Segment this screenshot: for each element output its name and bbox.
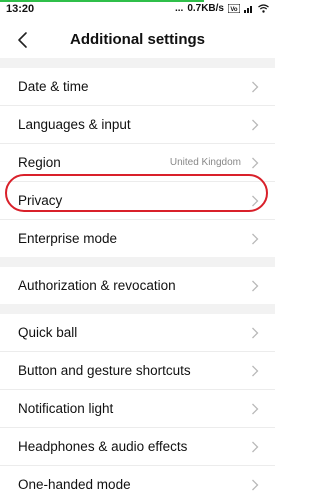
setting-row-enterprise-mode[interactable]: Enterprise mode <box>0 220 275 257</box>
setting-label: Button and gesture shortcuts <box>18 363 191 378</box>
setting-row-authorization-revocation[interactable]: Authorization & revocation <box>0 267 275 304</box>
status-bar: 13:20 ... 0.7KB/s Vo <box>0 0 275 18</box>
volte-icon: Vo <box>228 4 240 13</box>
chevron-right-icon <box>252 119 259 131</box>
setting-row-button-gesture-shortcuts[interactable]: Button and gesture shortcuts <box>0 352 275 390</box>
setting-label: Quick ball <box>18 325 78 340</box>
chevron-right-icon <box>252 233 259 245</box>
chevron-right-icon <box>252 157 259 169</box>
chevron-right-icon <box>252 365 259 377</box>
chevron-right-icon <box>252 81 259 93</box>
chevron-right-icon <box>252 441 259 453</box>
chevron-right-icon <box>252 195 259 207</box>
setting-row-quick-ball[interactable]: Quick ball <box>0 314 275 352</box>
setting-label: One-handed mode <box>18 477 131 492</box>
setting-row-headphones-audio[interactable]: Headphones & audio effects <box>0 428 275 466</box>
setting-label: Notification light <box>18 401 114 416</box>
group-divider <box>0 58 275 68</box>
svg-text:Vo: Vo <box>230 7 238 13</box>
page-title: Additional settings <box>70 31 205 48</box>
network-speed: 0.7KB/s <box>187 3 224 14</box>
setting-row-languages-input[interactable]: Languages & input <box>0 106 275 144</box>
group-divider <box>0 304 275 314</box>
setting-label: Region <box>18 155 61 170</box>
setting-label: Privacy <box>18 193 63 208</box>
setting-label: Languages & input <box>18 117 131 132</box>
setting-label: Headphones & audio effects <box>18 439 188 454</box>
settings-group-3: Quick ball Button and gesture shortcuts … <box>0 314 275 503</box>
setting-row-one-handed-mode[interactable]: One-handed mode <box>0 466 275 503</box>
status-right-cluster: ... 0.7KB/s Vo <box>175 3 269 14</box>
status-time: 13:20 <box>6 3 35 15</box>
setting-label: Date & time <box>18 79 89 94</box>
setting-label: Enterprise mode <box>18 231 118 246</box>
settings-list: Date & time Languages & input Region Uni… <box>0 58 275 503</box>
setting-row-date-time[interactable]: Date & time <box>0 68 275 106</box>
chevron-right-icon <box>252 403 259 415</box>
group-divider <box>0 257 275 267</box>
settings-group-1: Date & time Languages & input Region Uni… <box>0 68 275 257</box>
chevron-right-icon <box>252 280 259 292</box>
setting-row-notification-light[interactable]: Notification light <box>0 390 275 428</box>
region-value: United Kingdom <box>169 157 241 168</box>
chevron-right-icon <box>252 479 259 491</box>
settings-group-2: Authorization & revocation <box>0 267 275 304</box>
signal-icon <box>244 6 252 13</box>
status-progress-bar <box>0 0 204 2</box>
setting-row-privacy[interactable]: Privacy <box>0 182 275 220</box>
setting-row-region[interactable]: Region United Kingdom <box>0 144 275 182</box>
setting-label: Authorization & revocation <box>18 278 176 293</box>
chevron-right-icon <box>252 327 259 339</box>
wifi-icon <box>258 4 269 13</box>
status-dots: ... <box>174 3 184 14</box>
header: Additional settings <box>0 18 275 62</box>
